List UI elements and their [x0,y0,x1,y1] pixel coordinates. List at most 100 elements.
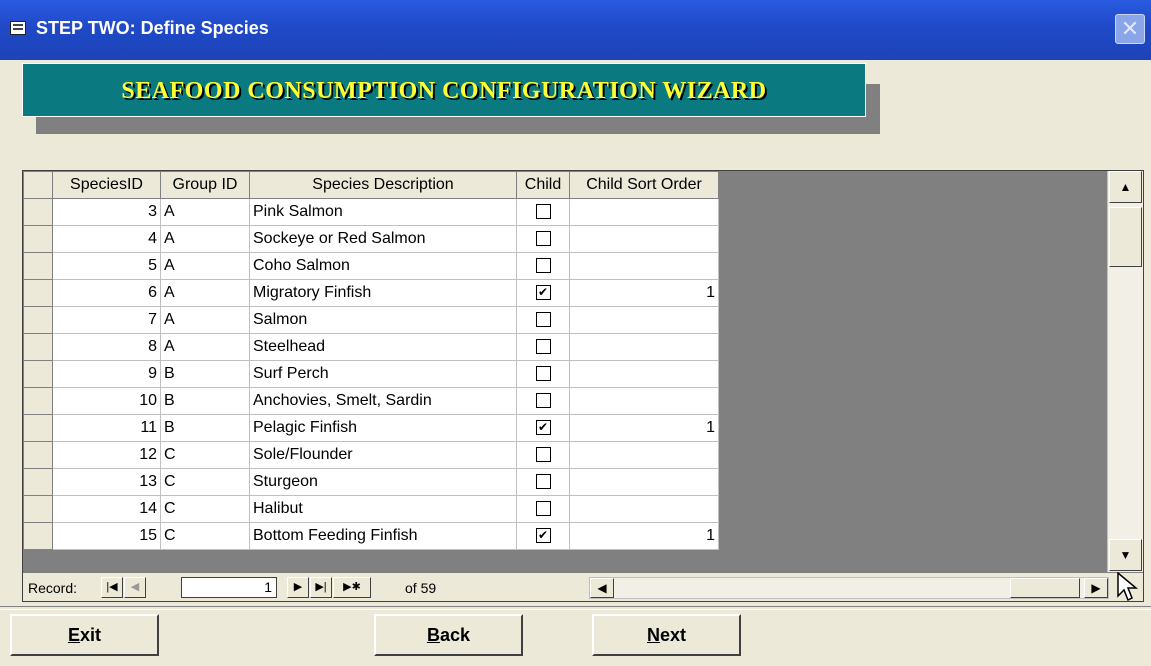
scroll-left-arrow-icon[interactable]: ◀ [590,578,614,598]
child-sort-order-cell[interactable] [569,252,719,280]
species-id-cell[interactable]: 4 [52,225,161,253]
table-row[interactable]: 3 A Pink Salmon [23,198,719,226]
child-sort-order-cell[interactable] [569,198,719,226]
table-row[interactable]: 12 C Sole/Flounder [23,441,719,469]
table-row[interactable]: 15 C Bottom Feeding Finfish ✔ 1 [23,522,719,550]
child-checkbox-cell[interactable] [516,225,570,253]
column-header-species-description[interactable]: Species Description [249,171,517,199]
species-id-cell[interactable]: 15 [52,522,161,550]
column-header-child[interactable]: Child [516,171,570,199]
species-description-cell[interactable]: Pink Salmon [249,198,517,226]
back-button[interactable]: Back [374,614,523,656]
species-id-cell[interactable]: 12 [52,441,161,469]
species-id-cell[interactable]: 5 [52,252,161,280]
child-sort-order-cell[interactable]: 1 [569,414,719,442]
species-description-cell[interactable]: Coho Salmon [249,252,517,280]
horizontal-scrollbar[interactable]: ◀ ▶ [589,577,1109,599]
child-checkbox-cell[interactable] [516,468,570,496]
next-button[interactable]: Next [592,614,741,656]
new-record-icon[interactable]: ▶✱ [333,577,371,598]
record-selector[interactable] [23,279,53,307]
close-button[interactable]: ✕ [1115,14,1145,44]
child-sort-order-cell[interactable] [569,495,719,523]
unchecked-checkbox-icon[interactable] [535,339,551,355]
checked-checkbox-icon[interactable]: ✔ [535,285,551,301]
child-checkbox-cell[interactable] [516,333,570,361]
child-sort-order-cell[interactable]: 1 [569,522,719,550]
checked-checkbox-icon[interactable]: ✔ [535,420,551,436]
child-checkbox-cell[interactable] [516,360,570,388]
child-checkbox-cell[interactable]: ✔ [516,279,570,307]
child-checkbox-cell[interactable] [516,198,570,226]
child-sort-order-cell[interactable] [569,387,719,415]
child-sort-order-cell[interactable] [569,306,719,334]
species-id-cell[interactable]: 10 [52,387,161,415]
group-id-cell[interactable]: C [160,522,250,550]
child-checkbox-cell[interactable]: ✔ [516,522,570,550]
group-id-cell[interactable]: A [160,252,250,280]
column-header-group-id[interactable]: Group ID [160,171,250,199]
child-checkbox-cell[interactable] [516,306,570,334]
child-sort-order-cell[interactable]: 1 [569,279,719,307]
unchecked-checkbox-icon[interactable] [535,312,551,328]
species-description-cell[interactable]: Bottom Feeding Finfish [249,522,517,550]
species-id-cell[interactable]: 13 [52,468,161,496]
record-selector[interactable] [23,522,53,550]
species-description-cell[interactable]: Halibut [249,495,517,523]
group-id-cell[interactable]: B [160,414,250,442]
species-description-cell[interactable]: Pelagic Finfish [249,414,517,442]
child-checkbox-cell[interactable] [516,441,570,469]
unchecked-checkbox-icon[interactable] [535,258,551,274]
table-row[interactable]: 10 B Anchovies, Smelt, Sardin [23,387,719,415]
species-description-cell[interactable]: Surf Perch [249,360,517,388]
table-row[interactable]: 4 A Sockeye or Red Salmon [23,225,719,253]
unchecked-checkbox-icon[interactable] [535,231,551,247]
group-id-cell[interactable]: A [160,306,250,334]
unchecked-checkbox-icon[interactable] [535,501,551,517]
column-header-species-id[interactable]: SpeciesID [52,171,161,199]
species-description-cell[interactable]: Sole/Flounder [249,441,517,469]
exit-button[interactable]: Exit [10,614,159,656]
unchecked-checkbox-icon[interactable] [535,474,551,490]
child-sort-order-cell[interactable] [569,333,719,361]
unchecked-checkbox-icon[interactable] [535,447,551,463]
next-record-icon[interactable]: ▶ [287,577,309,598]
table-row[interactable]: 9 B Surf Perch [23,360,719,388]
group-id-cell[interactable]: A [160,333,250,361]
record-selector[interactable] [23,198,53,226]
group-id-cell[interactable]: B [160,360,250,388]
table-row[interactable]: 7 A Salmon [23,306,719,334]
record-selector[interactable] [23,387,53,415]
record-selector[interactable] [23,333,53,361]
child-sort-order-cell[interactable] [569,360,719,388]
child-checkbox-cell[interactable]: ✔ [516,414,570,442]
child-checkbox-cell[interactable] [516,495,570,523]
species-description-cell[interactable]: Sturgeon [249,468,517,496]
record-selector[interactable] [23,414,53,442]
record-selector[interactable] [23,252,53,280]
table-row[interactable]: 13 C Sturgeon [23,468,719,496]
species-description-cell[interactable]: Migratory Finfish [249,279,517,307]
vertical-scrollbar[interactable]: ▲ ▼ [1107,171,1143,572]
record-selector[interactable] [23,441,53,469]
table-row[interactable]: 6 A Migratory Finfish ✔ 1 [23,279,719,307]
group-id-cell[interactable]: A [160,225,250,253]
scroll-right-arrow-icon[interactable]: ▶ [1084,578,1108,598]
group-id-cell[interactable]: A [160,279,250,307]
species-id-cell[interactable]: 3 [52,198,161,226]
species-description-cell[interactable]: Anchovies, Smelt, Sardin [249,387,517,415]
species-description-cell[interactable]: Steelhead [249,333,517,361]
species-id-cell[interactable]: 6 [52,279,161,307]
group-id-cell[interactable]: C [160,495,250,523]
child-sort-order-cell[interactable] [569,441,719,469]
column-header-child-sort-order[interactable]: Child Sort Order [569,171,719,199]
record-selector[interactable] [23,360,53,388]
child-checkbox-cell[interactable] [516,252,570,280]
species-id-cell[interactable]: 14 [52,495,161,523]
child-sort-order-cell[interactable] [569,468,719,496]
unchecked-checkbox-icon[interactable] [535,366,551,382]
table-row[interactable]: 14 C Halibut [23,495,719,523]
record-selector[interactable] [23,495,53,523]
record-selector[interactable] [23,468,53,496]
scroll-thumb[interactable] [1109,207,1142,267]
